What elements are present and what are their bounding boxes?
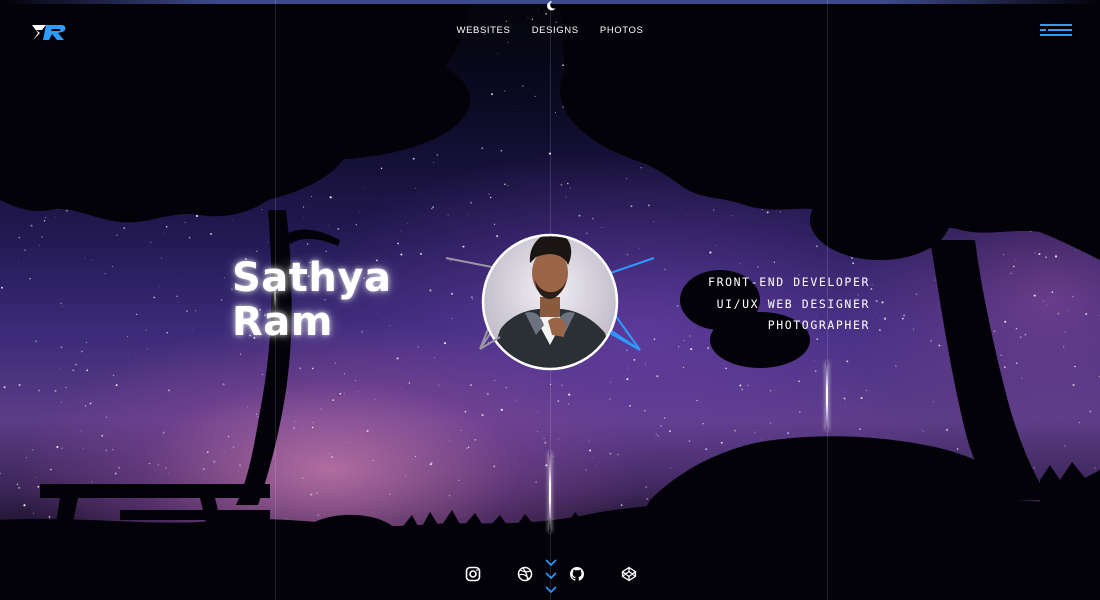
role-frontend: FRONT-END DEVELOPER	[708, 275, 870, 289]
hero-name-last: Ram	[232, 299, 333, 345]
nav-photos[interactable]: PHOTOS	[600, 25, 644, 36]
role-designer: UI/UX WEB DESIGNER	[716, 296, 870, 311]
moon-icon	[547, 1, 556, 11]
hero-roles: FRONT-END DEVELOPER UI/UX WEB DESIGNER P…	[620, 272, 870, 337]
glow-line-accent	[826, 362, 828, 430]
nav-designs[interactable]: DESIGNS	[532, 25, 579, 36]
main-nav: WEBSITES DESIGNS PHOTOS	[0, 25, 1100, 36]
menu-icon[interactable]	[1040, 24, 1072, 38]
instagram-icon[interactable]	[465, 566, 481, 582]
codepen-icon[interactable]	[621, 566, 637, 582]
scroll-down-icon[interactable]	[544, 558, 558, 600]
glow-line-accent	[549, 452, 551, 532]
role-photographer: PHOTOGRAPHER	[767, 318, 870, 332]
dribbble-icon[interactable]	[517, 566, 533, 582]
hero-name: Sathya Ram	[232, 256, 391, 344]
hero-name-first: Sathya	[232, 255, 392, 301]
github-icon[interactable]	[569, 566, 585, 582]
nav-websites[interactable]: WEBSITES	[457, 25, 511, 36]
